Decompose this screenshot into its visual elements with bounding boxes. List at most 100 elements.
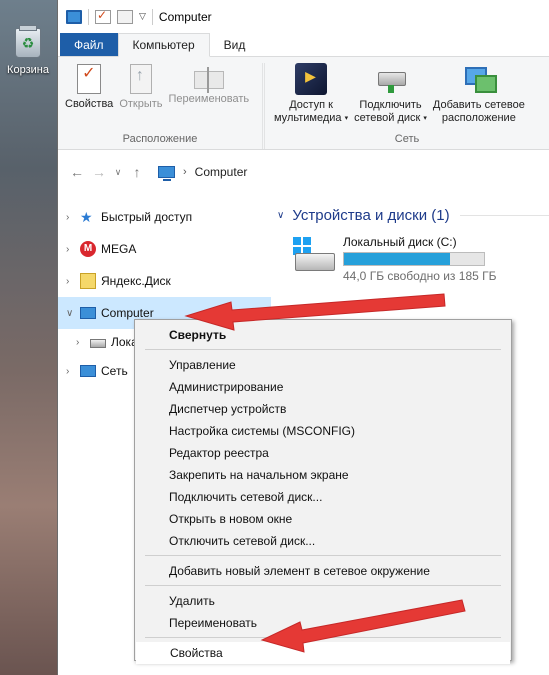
open-button[interactable]: Открыть: [116, 63, 165, 131]
properties-quick-icon[interactable]: [95, 8, 111, 24]
nav-item-yandex-disk[interactable]: › Яндекс.Диск: [58, 265, 271, 297]
drive-name: Локальный диск (C:): [343, 235, 457, 249]
add-network-location-button[interactable]: Добавить сетевое расположение: [430, 63, 528, 131]
menu-separator: [145, 555, 501, 556]
chevron-right-icon[interactable]: ›: [183, 166, 187, 178]
new-folder-quick-icon[interactable]: [117, 9, 133, 24]
media-access-button[interactable]: Доступ к мультимедиа ▾: [271, 63, 351, 131]
menu-separator: [145, 585, 501, 586]
chevron-right-icon[interactable]: ›: [66, 244, 80, 255]
menu-item[interactable]: Настройка системы (MSCONFIG): [135, 420, 511, 442]
chevron-down-icon[interactable]: ∨: [110, 167, 126, 178]
breadcrumb-location[interactable]: Computer: [195, 165, 248, 179]
recycle-bin-icon: [15, 25, 41, 58]
drive-usage-fill: [344, 253, 451, 265]
recycle-bin-desktop-icon[interactable]: Корзина: [0, 25, 56, 76]
chevron-down-icon[interactable]: ▽: [139, 11, 146, 22]
ribbon-group-label: Сеть: [394, 133, 420, 145]
nav-item-mega[interactable]: › M MEGA: [58, 233, 271, 265]
menu-item[interactable]: Управление: [135, 354, 511, 376]
media-label-1: Доступ к: [289, 99, 333, 111]
menu-item[interactable]: Переименовать: [135, 612, 511, 634]
menu-item[interactable]: Редактор реестра: [135, 442, 511, 464]
computer-icon: [158, 166, 175, 181]
chevron-down-icon[interactable]: ∨: [66, 308, 80, 319]
tab-file[interactable]: Файл: [60, 33, 118, 56]
chevron-right-icon[interactable]: ›: [66, 212, 80, 223]
recycle-bin-label: Корзина: [7, 64, 49, 76]
add-location-label-2: расположение: [441, 112, 516, 124]
up-arrow-icon[interactable]: ↑: [126, 164, 148, 180]
chevron-down-icon: ▾: [344, 115, 349, 122]
tab-view[interactable]: Вид: [210, 33, 260, 56]
drive-tile[interactable]: Локальный диск (C:) 44,0 ГБ свободно из …: [291, 235, 549, 283]
devices-group-header[interactable]: ∨ Устройства и диски (1): [277, 203, 549, 227]
menu-item[interactable]: Закрепить на начальном экране: [135, 464, 511, 486]
chevron-right-icon[interactable]: ›: [76, 337, 90, 348]
computer-icon: [66, 9, 82, 24]
menu-item[interactable]: Отключить сетевой диск...: [135, 530, 511, 552]
nav-item-label: Computer: [101, 306, 154, 320]
menu-item[interactable]: Добавить новый элемент в сетевое окружен…: [135, 560, 511, 582]
menu-separator: [145, 637, 501, 638]
network-location-icon: [463, 63, 497, 95]
window-title: Computer: [158, 9, 212, 24]
map-network-drive-button[interactable]: Подключить сетевой диск ▾: [351, 63, 430, 131]
menu-separator: [145, 349, 501, 350]
open-label: Открыть: [119, 98, 163, 110]
star-icon: ★: [80, 209, 93, 225]
media-label-2: мультимедиа: [274, 112, 342, 124]
drive-free-space: 44,0 ГБ свободно из 185 ГБ: [343, 269, 497, 283]
menu-item[interactable]: Открыть в новом окне: [135, 508, 511, 530]
ribbon-group-network: Доступ к мультимедиа ▾ Подключить сетево…: [265, 63, 549, 149]
map-drive-label-1: Подключить: [359, 99, 422, 111]
tab-computer[interactable]: Компьютер: [117, 33, 210, 57]
rename-icon: [193, 67, 224, 93]
menu-item[interactable]: Свернуть: [135, 324, 511, 346]
menu-item[interactable]: Удалить: [135, 590, 511, 612]
folder-icon: [80, 273, 96, 289]
mega-icon: M: [80, 241, 96, 257]
network-drive-icon: [375, 63, 407, 95]
breadcrumb[interactable]: › Computer: [158, 165, 248, 181]
properties-icon: [77, 64, 102, 94]
computer-icon: [80, 307, 96, 319]
divider: [459, 214, 549, 216]
ribbon-group-label: Расположение: [122, 133, 198, 145]
nav-item-label: Яндекс.Диск: [101, 274, 171, 288]
divider: [151, 8, 153, 25]
chevron-right-icon[interactable]: ›: [66, 366, 80, 377]
properties-label: Свойства: [65, 98, 114, 110]
nav-item-label: MEGA: [101, 242, 137, 256]
map-drive-label-2: сетевой диск: [354, 112, 421, 124]
local-drive-icon: [291, 235, 335, 275]
chevron-right-icon[interactable]: ›: [66, 276, 80, 287]
nav-item-quick-access[interactable]: › ★ Быстрый доступ: [58, 201, 271, 233]
drive-usage-bar: [343, 252, 485, 266]
rename-label: Переименовать: [168, 93, 250, 105]
properties-button[interactable]: Свойства: [62, 63, 116, 131]
address-bar: ← → ∨ ↑ › Computer: [58, 150, 549, 195]
menu-item[interactable]: Диспетчер устройств: [135, 398, 511, 420]
ribbon-tabs: Файл Компьютер Вид: [58, 33, 549, 57]
ribbon-group-location: Свойства Открыть Переименовать Расположе…: [58, 63, 263, 149]
network-icon: [80, 365, 96, 377]
ribbon: Свойства Открыть Переименовать Расположе…: [58, 57, 549, 150]
drive-icon: [90, 339, 106, 348]
rename-button[interactable]: Переименовать: [166, 63, 253, 131]
chevron-down-icon[interactable]: ∨: [277, 210, 284, 221]
nav-item-label: Сеть: [101, 364, 128, 378]
group-header-label: Устройства и диски (1): [292, 206, 450, 224]
open-icon: [129, 64, 152, 94]
divider: [88, 8, 89, 25]
menu-item[interactable]: Администрирование: [135, 376, 511, 398]
title-bar: ▽ Computer: [58, 0, 549, 33]
menu-item[interactable]: Свойства: [136, 642, 510, 664]
media-icon: [295, 63, 328, 95]
context-menu: Свернуть Управление Администрирование Диспе…: [134, 319, 512, 664]
nav-item-label: Быстрый доступ: [101, 210, 193, 224]
forward-arrow-icon[interactable]: →: [88, 164, 110, 180]
menu-item[interactable]: Подключить сетевой диск...: [135, 486, 511, 508]
chevron-down-icon: ▾: [423, 115, 427, 122]
back-arrow-icon[interactable]: ←: [66, 164, 88, 180]
